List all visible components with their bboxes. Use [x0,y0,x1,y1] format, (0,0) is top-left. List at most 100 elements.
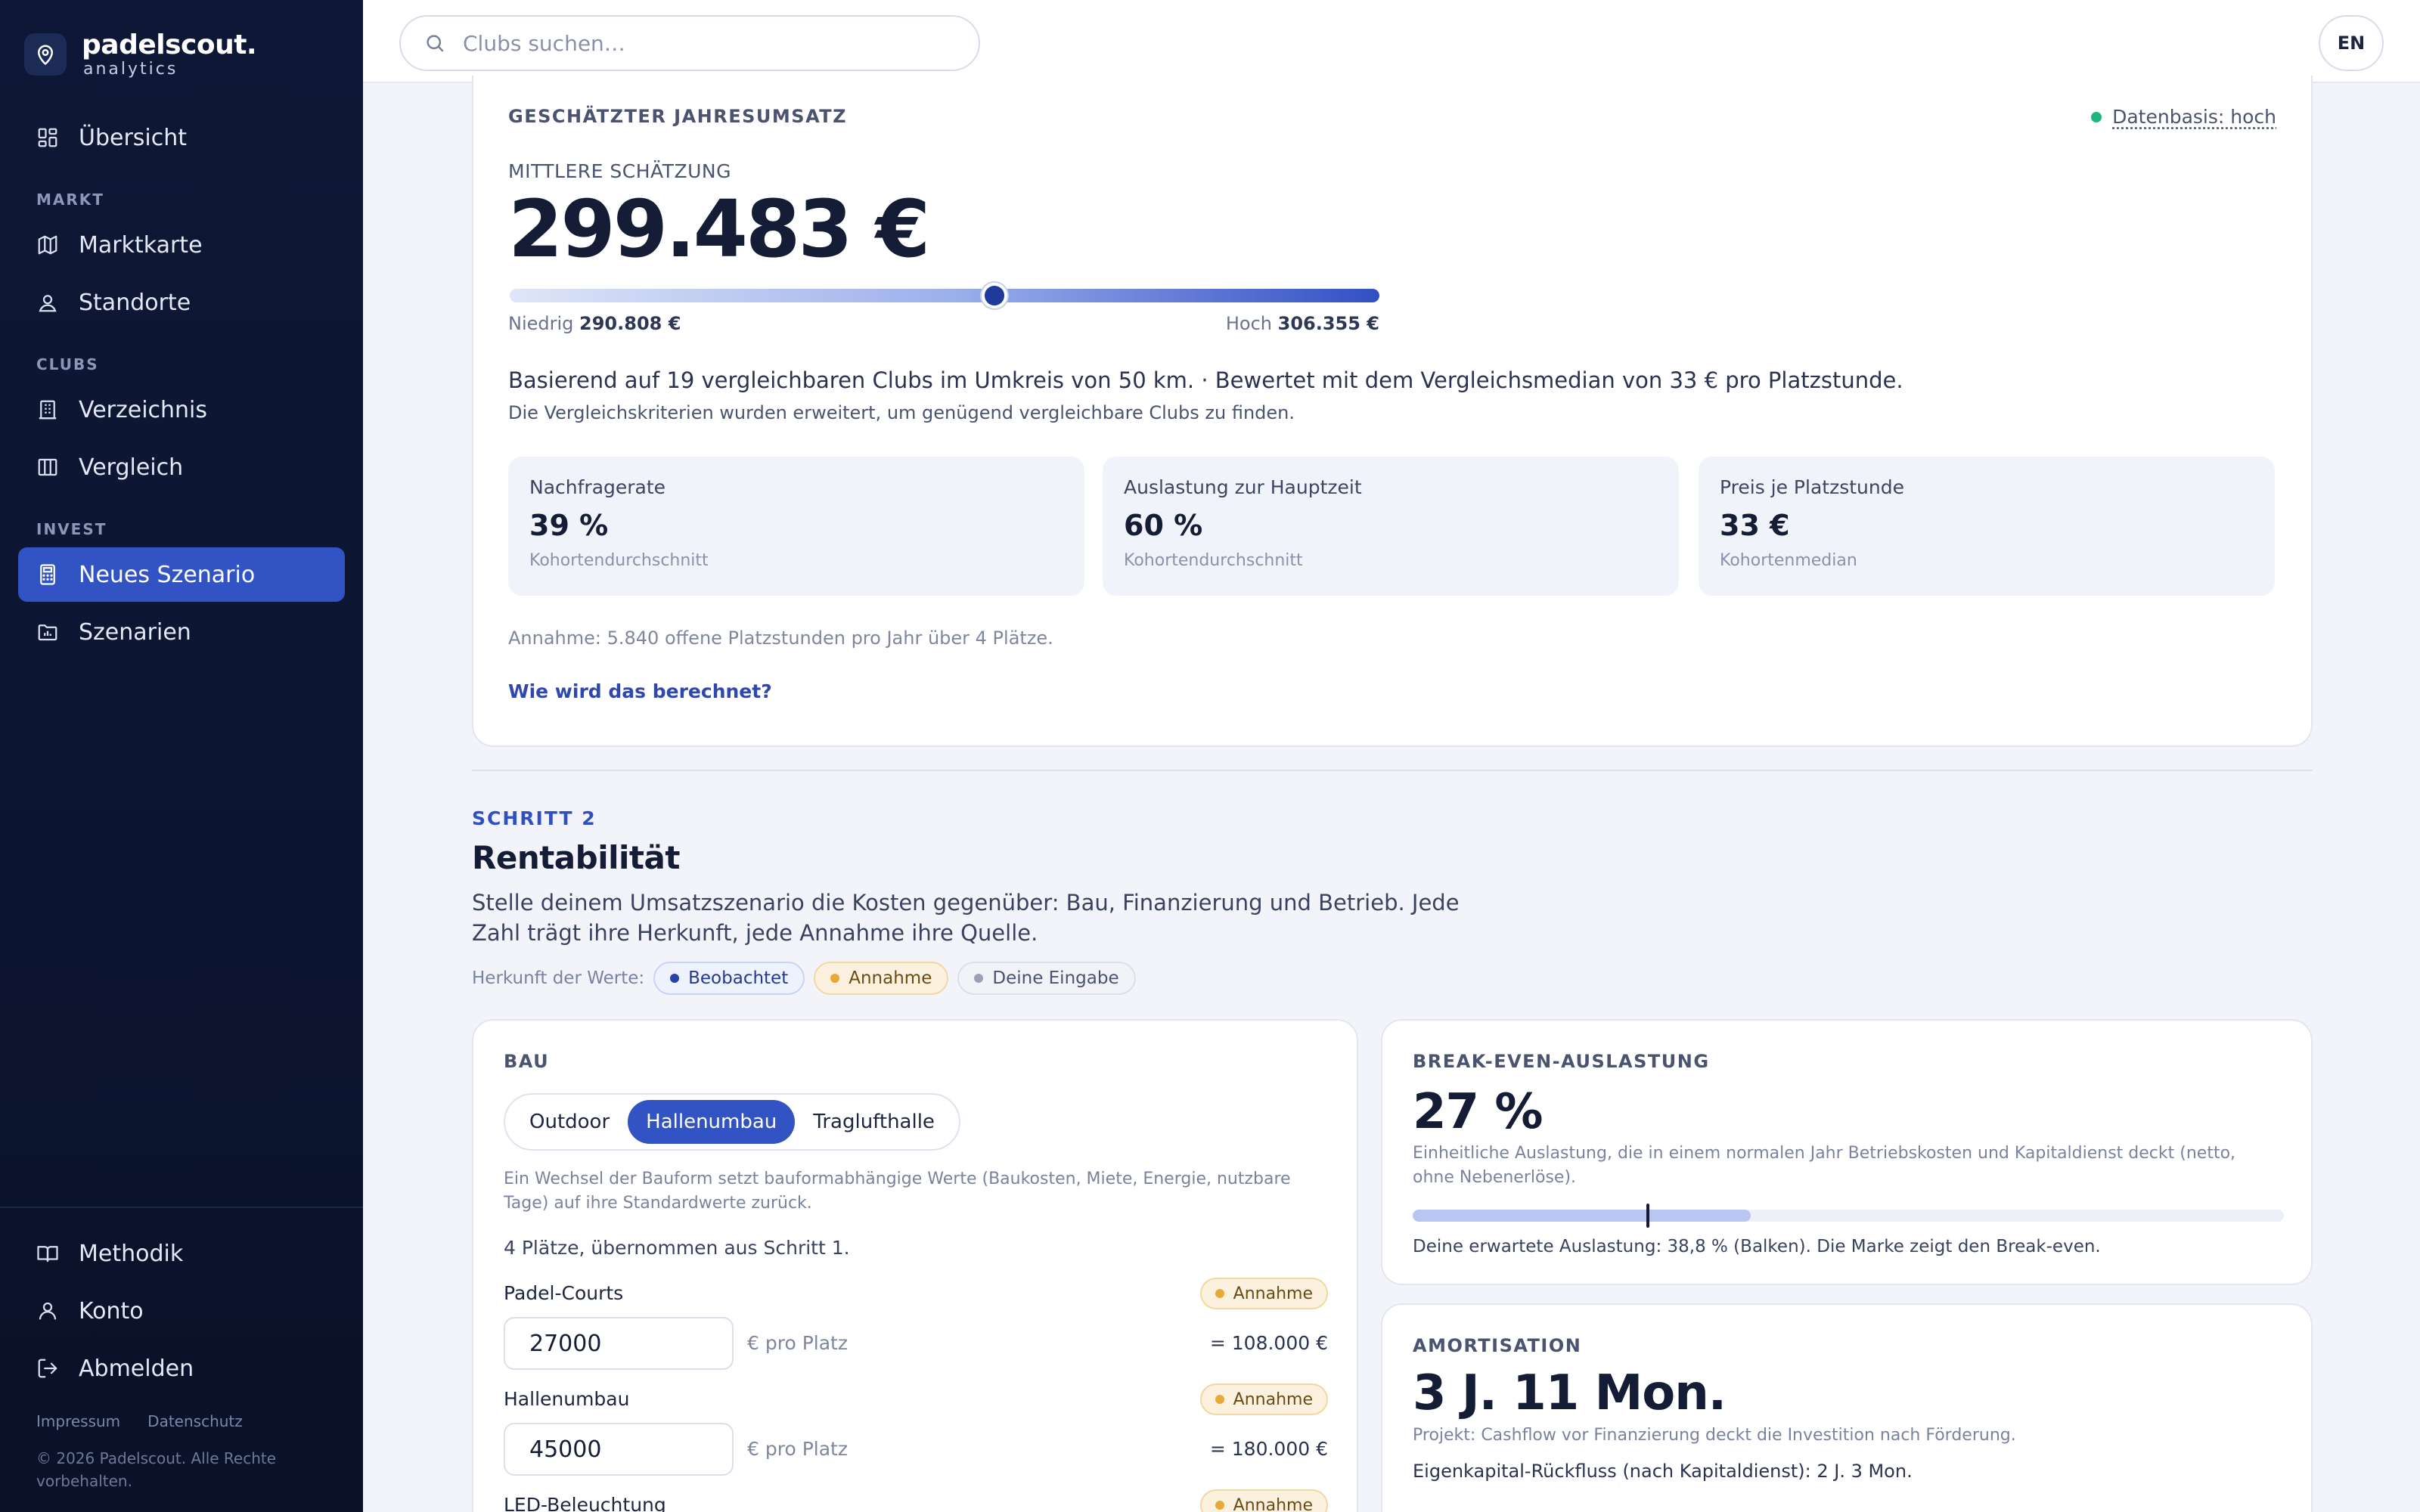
privacy-link[interactable]: Datenschutz [147,1412,243,1430]
field-origin-chip: Annahme [1199,1383,1328,1415]
chip-label: Deine Eingabe [992,968,1119,988]
metric-value: 33 € [1720,509,1790,542]
amortisation-card: AMORTISATION 3 J. 11 Mon. Projekt: Cashf… [1381,1303,2313,1512]
topbar: EN [363,0,2420,83]
data-basis-badge[interactable]: Datenbasis: hoch [2091,106,2276,128]
metric-note: Kohortendurchschnitt [529,551,709,570]
metric-note: Kohortendurchschnitt [1124,551,1303,570]
sidebar-item-label: Abmelden [79,1355,194,1382]
search-icon [427,35,444,52]
basis-subtext: Die Vergleichskriterien wurden erweitert… [508,402,1295,423]
chip-label: Annahme [1233,1495,1313,1512]
sidebar-item-directory[interactable]: Verzeichnis [18,383,345,437]
chip-label: Annahme [1233,1390,1313,1409]
sidebar-item-label: Marktkarte [79,231,203,259]
user-icon [39,1302,57,1320]
chip-label: Annahme [1233,1284,1313,1303]
range-low: Niedrig 290.808 € [508,313,681,334]
dot-icon [1215,1501,1224,1510]
chip-assumption: Annahme [814,962,949,995]
sidebar-item-account[interactable]: Konto [18,1284,345,1338]
sidebar-item-locations[interactable]: Standorte [18,275,345,330]
padel-courts-cost-input[interactable] [504,1317,734,1370]
range-low-value: 290.808 € [579,313,681,334]
sidebar-item-label: Übersicht [79,124,188,151]
section-divider [472,770,2313,771]
utilization-bar [1413,1204,2284,1228]
sidebar-item-new-scenario[interactable]: Neues Szenario [18,547,345,602]
metric-note: Kohortenmedian [1720,551,1857,570]
location-user-icon [39,295,57,312]
sidebar-item-compare[interactable]: Vergleich [18,440,345,494]
book-icon [37,1246,58,1263]
sidebar-item-scenarios[interactable]: Szenarien [18,605,345,659]
language-toggle[interactable]: EN [2319,15,2384,71]
build-type-air-dome[interactable]: Traglufthalle [795,1100,953,1144]
hall-conversion-cost-input[interactable] [504,1423,734,1476]
sidebar: padelscout. analytics Übersicht MARKT Ma… [0,0,363,1512]
search-box[interactable] [399,15,980,71]
mid-estimate-label: MITTLERE SCHÄTZUNG [508,160,731,182]
nav-section-market: MARKT [36,191,104,209]
sidebar-item-label: Standorte [79,289,191,316]
metric-label: Nachfragerate [529,476,666,498]
mid-estimate-value: 299.483 € [508,183,930,275]
calculator-icon [40,564,55,585]
sidebar-item-methodology[interactable]: Methodik [18,1226,345,1281]
metric-label: Auslastung zur Hauptzeit [1124,476,1362,498]
how-calculated-link[interactable]: Wie wird das berechnet? [508,680,772,702]
metric-demand-rate: Nachfragerate 39 % Kohortendurchschnitt [508,457,1084,596]
amortisation-title: AMORTISATION [1413,1335,1582,1356]
field-origin-chip: Annahme [1199,1489,1328,1512]
search-input[interactable] [463,30,947,56]
estimate-range-marker [981,283,1007,308]
imprint-link[interactable]: Impressum [36,1412,120,1430]
dashboard-icon [38,128,57,147]
range-high-value: 306.355 € [1277,313,1379,334]
sidebar-item-market-map[interactable]: Marktkarte [18,218,345,272]
location-pin-icon [24,33,67,76]
value-origin-legend: Herkunft der Werte: Beobachtet Annahme D… [472,962,1136,995]
map-icon [38,235,57,255]
amortisation-description: Projekt: Cashflow vor Finanzierung deckt… [1413,1426,2016,1445]
step-label: SCHRITT 2 [472,807,597,829]
brand-name: padelscout. [82,29,257,60]
build-type-selector: Outdoor Hallenumbau Traglufthalle [504,1093,960,1151]
dot-icon [1215,1289,1224,1298]
build-type-outdoor[interactable]: Outdoor [511,1100,628,1144]
expected-utilization-fill [1413,1210,1751,1222]
breakeven-value: 27 % [1413,1084,1543,1140]
metric-label: Preis je Platzstunde [1720,476,1904,498]
footer-links: Impressum Datenschutz [36,1412,243,1430]
sidebar-item-logout[interactable]: Abmelden [18,1341,345,1396]
metric-peak-utilization: Auslastung zur Hauptzeit 60 % Kohortendu… [1103,457,1679,596]
build-type-hall-conversion[interactable]: Hallenumbau [628,1100,796,1144]
utilization-caption: Deine erwartete Auslastung: 38,8 % (Balk… [1413,1237,2101,1256]
section-description: Stelle deinem Umsatzszenario die Kosten … [472,890,1460,946]
breakeven-card: BREAK-EVEN-AUSLASTUNG 27 % Einheitliche … [1381,1019,2313,1285]
data-basis-label: Datenbasis: hoch [2112,106,2276,128]
sidebar-item-label: Szenarien [79,618,191,646]
field-origin-chip: Annahme [1199,1278,1328,1309]
sidebar-item-overview[interactable]: Übersicht [18,110,345,165]
courts-note: 4 Plätze, übernommen aus Schritt 1. [504,1237,850,1259]
sidebar-item-label: Konto [79,1297,144,1325]
revenue-title: GESCHÄTZTER JAHRESUMSATZ [508,106,848,127]
construction-card: BAU Outdoor Hallenumbau Traglufthalle Ei… [472,1019,1358,1512]
amortisation-value: 3 J. 11 Mon. [1413,1365,1727,1421]
dot-icon [670,974,680,983]
chip-label: Annahme [849,968,932,988]
breakeven-marker [1646,1204,1650,1228]
sidebar-item-label: Methodik [79,1240,184,1267]
building-icon [39,400,57,420]
build-type-note: Ein Wechsel der Bauform setzt bauformabh… [504,1170,1291,1213]
field-label: Padel-Courts [504,1282,624,1304]
copyright: © 2026 Padelscout. Alle Rechte vorbehalt… [36,1449,277,1490]
brand-logo[interactable]: padelscout. analytics [24,29,257,79]
assumption-note: Annahme: 5.840 offene Platzstunden pro J… [508,627,1053,649]
nav-section-invest: INVEST [36,520,107,538]
sidebar-item-label: Verzeichnis [79,396,208,423]
construction-title: BAU [504,1051,550,1072]
estimate-range-bar [510,283,1379,308]
equity-payback: Eigenkapital-Rückfluss (nach Kapitaldien… [1413,1461,1913,1482]
